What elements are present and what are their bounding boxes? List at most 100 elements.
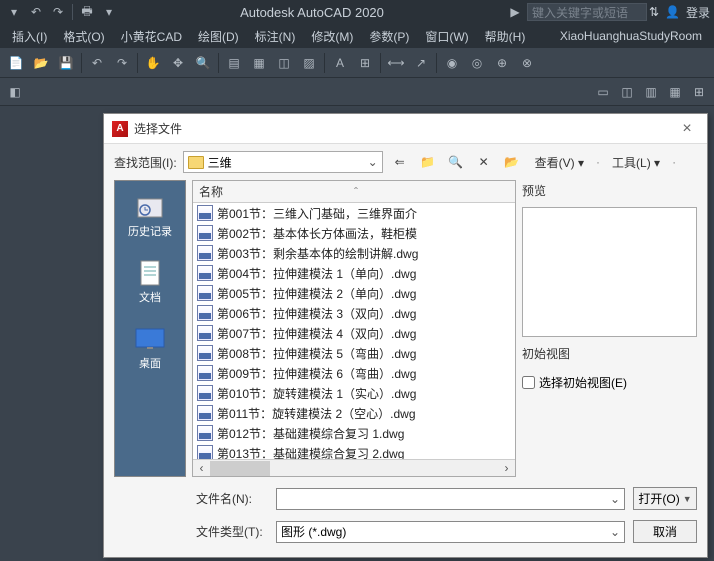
menu-parametric[interactable]: 参数(P) — [361, 25, 417, 48]
tool-undo-icon[interactable]: ↶ — [85, 51, 109, 75]
app-title: Autodesk AutoCAD 2020 — [121, 5, 503, 20]
file-row[interactable]: 第009节：拉伸建模法 6（弯曲）.dwg — [193, 363, 515, 383]
initview-checkbox[interactable] — [522, 376, 535, 389]
views-button[interactable]: 查看(V) ▾ — [529, 152, 590, 173]
separator — [380, 53, 381, 73]
delete-button[interactable]: ✕ — [473, 151, 495, 173]
tool-move-icon[interactable]: ✥ — [166, 51, 190, 75]
file-row[interactable]: 第013节：基础建模综合复习 2.dwg — [193, 443, 515, 459]
qat-undo-icon[interactable]: ↶ — [26, 2, 46, 22]
a360-icon[interactable]: ⇅ — [649, 5, 659, 19]
tool-pan-icon[interactable]: ✋ — [141, 51, 165, 75]
lookin-combo[interactable]: 三维 ⌄ — [183, 151, 383, 173]
login-label[interactable]: 登录 — [686, 4, 710, 21]
menu-insert[interactable]: 插入(I) — [4, 25, 55, 48]
tool-leader-icon[interactable]: ↗ — [409, 51, 433, 75]
desktop-icon — [134, 325, 166, 353]
new-folder-button[interactable]: 📂 — [501, 151, 523, 173]
document-tab[interactable]: XiaoHuanghuaStudyRoom — [552, 26, 710, 46]
qat-print-icon[interactable]: 🖶 — [77, 2, 97, 22]
tool-text-icon[interactable]: A — [328, 51, 352, 75]
file-row[interactable]: 第004节：拉伸建模法 1（单向）.dwg — [193, 263, 515, 283]
back-button[interactable]: ⇐ — [389, 151, 411, 173]
tool2-icon[interactable]: ◧ — [4, 81, 26, 103]
preview-box — [522, 207, 697, 337]
places-sidebar: 历史记录 文档 桌面 — [114, 180, 186, 477]
up-button[interactable]: 📁 — [417, 151, 439, 173]
filename-combo[interactable]: ⌄ — [276, 488, 625, 510]
tool-props-icon[interactable]: ▦ — [247, 51, 271, 75]
tool-layer-icon[interactable]: ▤ — [222, 51, 246, 75]
file-row[interactable]: 第010节：旋转建模法 1（实心）.dwg — [193, 383, 515, 403]
dwg-file-icon — [197, 365, 213, 381]
tool-misc3-icon[interactable]: ⊕ — [490, 51, 514, 75]
menu-modify[interactable]: 修改(M) — [303, 25, 361, 48]
qat-dropdown-icon[interactable]: ▾ — [99, 2, 119, 22]
dialog-close-button[interactable]: × — [675, 117, 699, 141]
place-history[interactable]: 历史记录 — [120, 189, 180, 243]
file-name: 第013节：基础建模综合复习 2.dwg — [217, 445, 404, 460]
tool-table-icon[interactable]: ⊞ — [353, 51, 377, 75]
menu-draw[interactable]: 绘图(D) — [190, 25, 247, 48]
file-row[interactable]: 第006节：拉伸建模法 3（双向）.dwg — [193, 303, 515, 323]
tools-button-label: 工具(L) — [612, 156, 651, 170]
tool-misc2-icon[interactable]: ◎ — [465, 51, 489, 75]
file-row[interactable]: 第001节：三维入门基础，三维界面介 — [193, 203, 515, 223]
tool2-right1-icon[interactable]: ▭ — [592, 81, 614, 103]
file-name: 第004节：拉伸建模法 1（单向）.dwg — [217, 265, 416, 282]
initview-label: 初始视图 — [522, 343, 697, 364]
file-name: 第003节：剩余基本体的绘制讲解.dwg — [217, 245, 418, 262]
file-row[interactable]: 第008节：拉伸建模法 5（弯曲）.dwg — [193, 343, 515, 363]
scroll-right-icon[interactable]: › — [498, 460, 515, 477]
qat-redo-icon[interactable]: ↷ — [48, 2, 68, 22]
file-row[interactable]: 第002节：基本体长方体画法，鞋柜模 — [193, 223, 515, 243]
place-history-label: 历史记录 — [128, 223, 172, 239]
open-button[interactable]: 打开(O)▼ — [633, 487, 697, 510]
file-row[interactable]: 第003节：剩余基本体的绘制讲解.dwg — [193, 243, 515, 263]
file-row[interactable]: 第011节：旋转建模法 2（空心）.dwg — [193, 403, 515, 423]
tool2-right3-icon[interactable]: ▥ — [640, 81, 662, 103]
menu-dimension[interactable]: 标注(N) — [247, 25, 304, 48]
tool-new-icon[interactable]: 📄 — [4, 51, 28, 75]
menu-format[interactable]: 格式(O) — [55, 25, 112, 48]
file-name: 第009节：拉伸建模法 6（弯曲）.dwg — [217, 365, 416, 382]
menu-bar: 插入(I) 格式(O) 小黄花CAD 绘图(D) 标注(N) 修改(M) 参数(… — [0, 24, 714, 48]
ribbon-toolbar-1: 📄 📂 💾 ↶ ↷ ✋ ✥ 🔍 ▤ ▦ ◫ ▨ A ⊞ ⟷ ↗ ◉ ◎ ⊕ ⊗ — [0, 48, 714, 78]
search-play-icon[interactable]: ▶ — [505, 2, 525, 22]
cancel-button[interactable]: 取消 — [633, 520, 697, 543]
tool-dim-icon[interactable]: ⟷ — [384, 51, 408, 75]
file-row[interactable]: 第007节：拉伸建模法 4（双向）.dwg — [193, 323, 515, 343]
file-list-header[interactable]: 名称 ˆ — [193, 181, 515, 203]
file-list[interactable]: 第001节：三维入门基础，三维界面介第002节：基本体长方体画法，鞋柜模第003… — [193, 203, 515, 459]
tool2-right2-icon[interactable]: ◫ — [616, 81, 638, 103]
filetype-combo[interactable]: 图形 (*.dwg) ⌄ — [276, 521, 625, 543]
tool2-right5-icon[interactable]: ⊞ — [688, 81, 710, 103]
qat-menu-icon[interactable]: ▾ — [4, 2, 24, 22]
tool-block-icon[interactable]: ◫ — [272, 51, 296, 75]
file-row[interactable]: 第012节：基础建模综合复习 1.dwg — [193, 423, 515, 443]
horizontal-scrollbar[interactable]: ‹ › — [193, 459, 515, 476]
tool-misc1-icon[interactable]: ◉ — [440, 51, 464, 75]
tool-save-icon[interactable]: 💾 — [54, 51, 78, 75]
file-row[interactable]: 第005节：拉伸建模法 2（单向）.dwg — [193, 283, 515, 303]
tools-button[interactable]: 工具(L) ▾ — [606, 152, 666, 173]
dialog-titlebar: A 选择文件 × — [104, 114, 707, 144]
search-web-button[interactable]: 🔍 — [445, 151, 467, 173]
scroll-left-icon[interactable]: ‹ — [193, 460, 210, 477]
tool-open-icon[interactable]: 📂 — [29, 51, 53, 75]
place-desktop[interactable]: 桌面 — [120, 321, 180, 375]
chevron-down-icon: ⌄ — [610, 525, 620, 539]
tool-misc4-icon[interactable]: ⊗ — [515, 51, 539, 75]
tool-redo-icon[interactable]: ↷ — [110, 51, 134, 75]
tool-hatch-icon[interactable]: ▨ — [297, 51, 321, 75]
place-documents[interactable]: 文档 — [120, 255, 180, 309]
user-icon[interactable]: 👤 — [665, 5, 680, 19]
menu-window[interactable]: 窗口(W) — [417, 25, 476, 48]
menu-help[interactable]: 帮助(H) — [477, 25, 534, 48]
filename-label: 文件名(N): — [196, 490, 268, 507]
scroll-thumb[interactable] — [210, 461, 270, 476]
search-input[interactable]: 键入关键字或短语 — [527, 3, 647, 21]
menu-xiaohuanghua[interactable]: 小黄花CAD — [113, 25, 190, 48]
tool-zoom-icon[interactable]: 🔍 — [191, 51, 215, 75]
tool2-right4-icon[interactable]: ▦ — [664, 81, 686, 103]
